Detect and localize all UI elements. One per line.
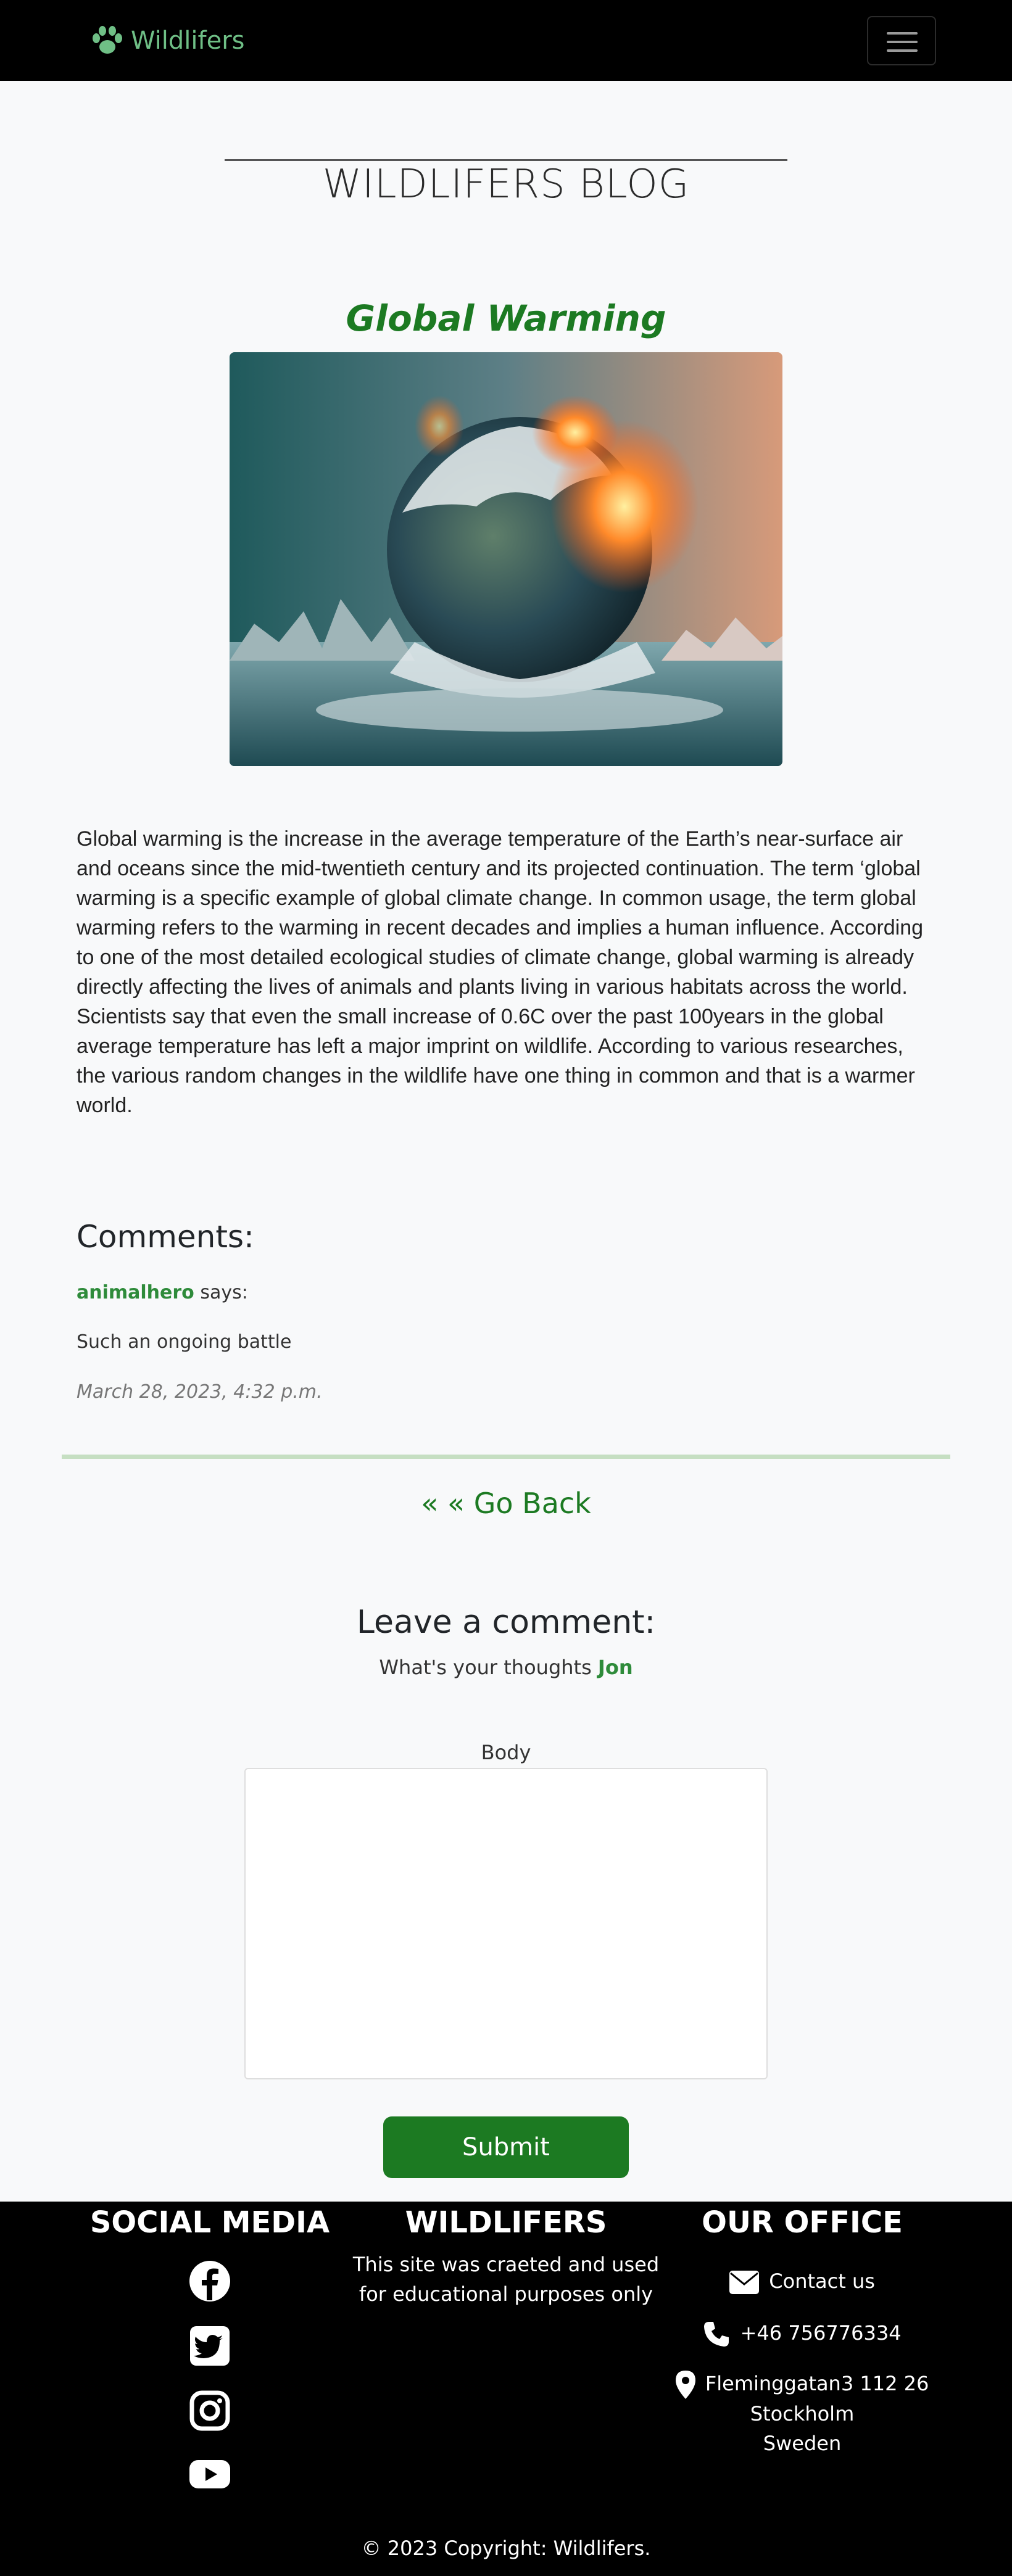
instagram-icon[interactable]	[188, 2389, 231, 2432]
our-office-heading: OUR OFFICE	[702, 2205, 903, 2240]
hamburger-menu-button[interactable]	[867, 16, 936, 65]
current-user-name: Jon	[597, 1656, 633, 1679]
twitter-icon[interactable]	[188, 2324, 231, 2368]
go-back-link[interactable]: « « Go Back	[0, 1487, 1012, 1520]
envelope-icon	[729, 2271, 760, 2294]
youtube-icon[interactable]	[188, 2453, 231, 2496]
comment-meta: animalhero says:	[77, 1282, 248, 1303]
post-body: Global warming is the increase in the av…	[77, 827, 924, 1117]
brand-name: Wildlifers	[131, 27, 245, 55]
hamburger-bar	[887, 49, 918, 52]
contact-us-row[interactable]: Contact us	[648, 2266, 956, 2296]
comment-author: animalhero	[77, 1282, 194, 1303]
about-line-1: This site was craeted and used	[352, 2253, 660, 2276]
address-block: Fleminggatan3 112 26 Stockholm Sweden	[648, 2369, 956, 2458]
contact-us-label: Contact us	[769, 2269, 875, 2293]
paw-icon	[93, 26, 122, 54]
address-line-1: Fleminggatan3 112 26	[705, 2372, 929, 2395]
comment-says: says:	[200, 1282, 248, 1303]
comment-date: March 28, 2023, 4:32 p.m.	[77, 1381, 323, 1403]
submit-button[interactable]: Submit	[383, 2116, 629, 2178]
about-line-2: for educational purposes only	[359, 2282, 653, 2306]
comment-body-textarea[interactable]	[244, 1768, 768, 2079]
section-divider	[62, 1455, 950, 1459]
wildlifers-heading: WILDLIFERS	[405, 2205, 607, 2240]
hamburger-bar	[887, 41, 918, 43]
phone-row: +46 756776334	[648, 2318, 956, 2348]
melting-earth-image	[230, 352, 782, 766]
copyright: © 2023 Copyright: Wildlifers.	[361, 2537, 651, 2560]
brand-link[interactable]: Wildlifers	[91, 25, 245, 57]
blog-title: WILDLIFERS BLOG	[322, 162, 690, 207]
address-line-3: Sweden	[763, 2432, 842, 2455]
comment-prompt: What's your thoughts Jon	[0, 1656, 1012, 1679]
facebook-icon[interactable]	[188, 2260, 231, 2303]
map-pin-icon	[675, 2371, 695, 2399]
navbar: Wildlifers	[0, 0, 1012, 81]
social-media-heading: SOCIAL MEDIA	[89, 2205, 330, 2240]
comment-prompt-text: What's your thoughts	[379, 1656, 592, 1679]
body-label: Body	[481, 1741, 531, 1764]
address-line-2: Stockholm	[750, 2402, 855, 2425]
phone-number: +46 756776334	[740, 2321, 902, 2345]
post-title: Global Warming	[346, 297, 666, 339]
phone-icon	[704, 2322, 729, 2347]
leave-comment-heading: Leave a comment:	[356, 1604, 656, 1641]
blog-title-rule	[225, 159, 787, 161]
hamburger-menu-icon	[887, 32, 918, 35]
about-text: This site was craeted and used for educa…	[352, 2250, 660, 2309]
comments-heading: Comments:	[77, 1219, 254, 1255]
comment-text: Such an ongoing battle	[77, 1331, 292, 1353]
